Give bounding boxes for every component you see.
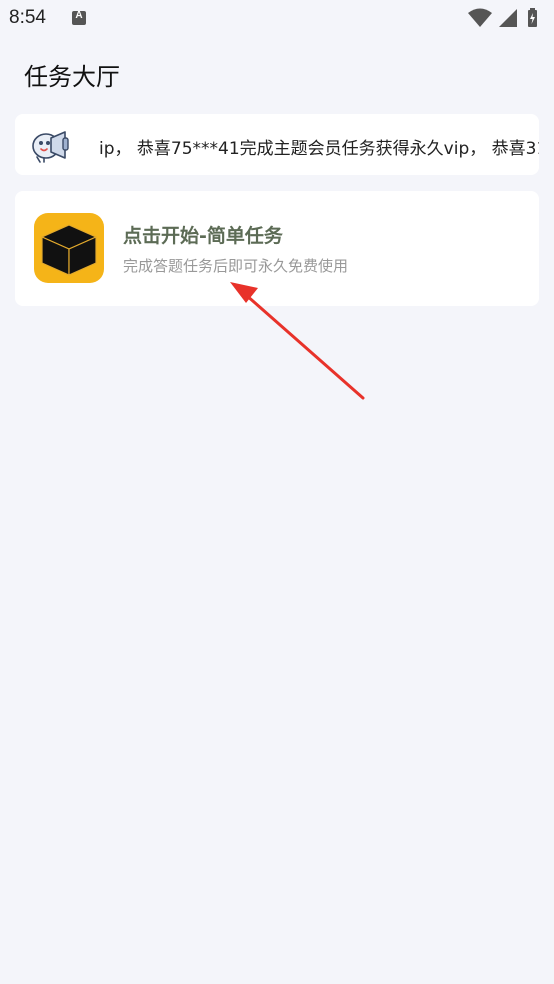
page-title: 任务大厅 <box>24 63 120 91</box>
cube-icon <box>41 224 97 276</box>
status-time: 8:54 <box>9 7 46 28</box>
megaphone-icon <box>32 131 69 163</box>
task-title: 点击开始-简单任务 <box>123 225 283 247</box>
battery-charging-icon <box>528 8 537 27</box>
wifi-icon <box>468 8 492 27</box>
task-app-icon <box>34 213 104 283</box>
status-bar: 8:54 A <box>0 0 554 38</box>
announcement-marquee[interactable]: ip， 恭喜75***41完成主题会员任务获得永久vip， 恭喜312* <box>15 114 539 175</box>
signal-icon <box>499 9 517 27</box>
task-card-simple[interactable]: 点击开始-简单任务 完成答题任务后即可永久免费使用 <box>15 191 539 306</box>
a-box-icon: A <box>72 10 86 25</box>
task-subtitle: 完成答题任务后即可永久免费使用 <box>123 257 349 275</box>
marquee-text: ip， 恭喜75***41完成主题会员任务获得永久vip， 恭喜312* <box>99 139 539 159</box>
